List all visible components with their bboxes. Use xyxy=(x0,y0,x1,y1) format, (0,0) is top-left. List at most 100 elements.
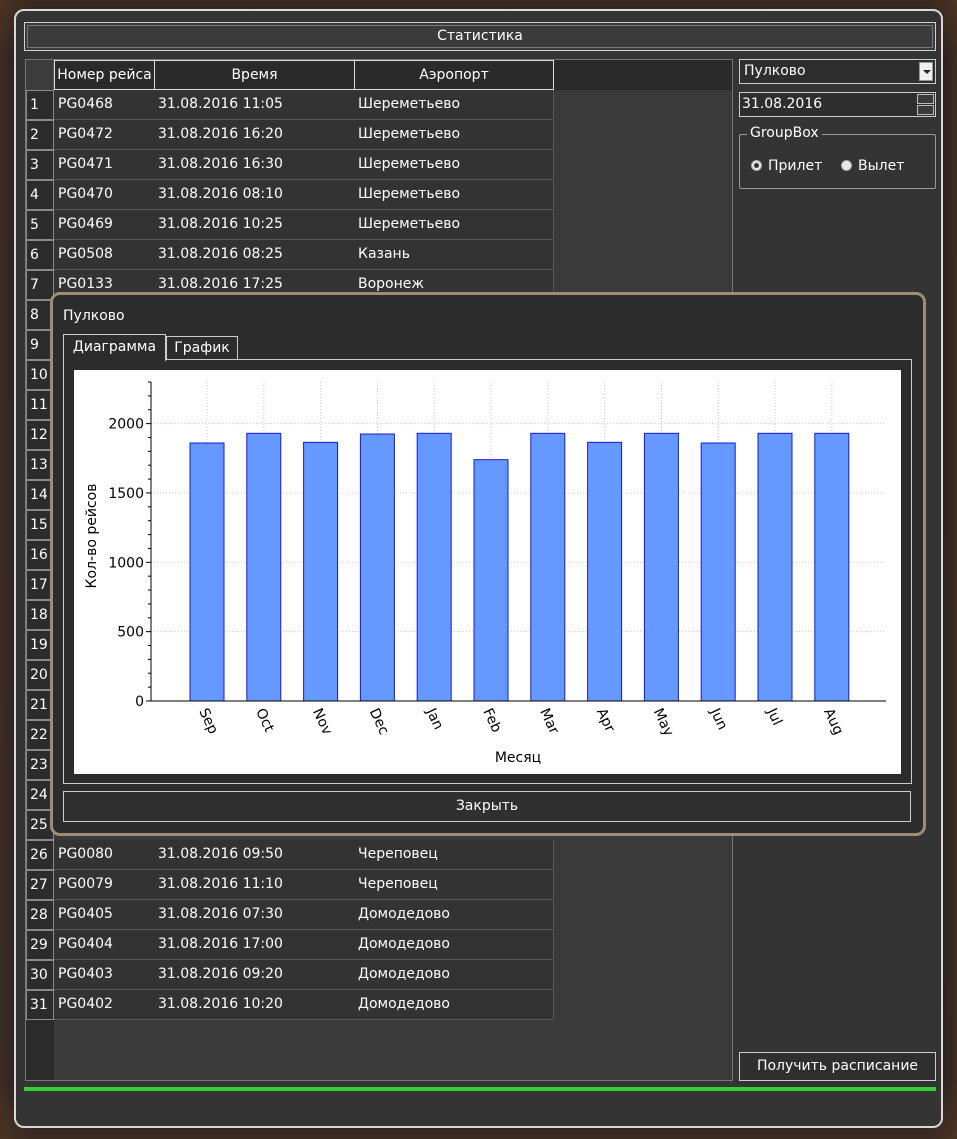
radio-departure-label: Вылет xyxy=(858,158,905,174)
cell-airport[interactable]: Домодедово xyxy=(354,930,554,960)
statistics-button[interactable]: Статистика xyxy=(24,22,936,51)
cell-flight[interactable]: PG0405 xyxy=(54,900,155,930)
bar-apr xyxy=(587,441,623,702)
cell-flight[interactable]: PG0080 xyxy=(54,840,155,870)
row-header[interactable]: 29 xyxy=(26,930,54,960)
cell-airport[interactable]: Шереметьево xyxy=(354,180,554,210)
cell-flight[interactable]: PG0469 xyxy=(54,210,155,240)
cell-airport[interactable]: Шереметьево xyxy=(354,90,554,120)
cell-time[interactable]: 31.08.2016 07:30 xyxy=(154,900,355,930)
cell-airport[interactable]: Шереметьево xyxy=(354,210,554,240)
bar-chart: 0 500 1000 1500 2000 Sep Oct Nov Dec Jan Feb Mar Apr… xyxy=(74,370,901,774)
row-header[interactable]: 5 xyxy=(26,210,54,240)
cell-time[interactable]: 31.08.2016 09:50 xyxy=(154,840,355,870)
cell-flight[interactable]: PG0404 xyxy=(54,930,155,960)
table-corner[interactable] xyxy=(26,60,54,90)
row-header[interactable]: 3 xyxy=(26,150,54,180)
cell-time[interactable]: 31.08.2016 10:20 xyxy=(154,990,355,1020)
date-edit[interactable]: 31.08.2016 xyxy=(739,92,936,117)
dialog-title: Пулково xyxy=(63,308,125,324)
y-tick-label: 1000 xyxy=(108,555,144,571)
x-tick-label: Apr xyxy=(593,706,618,735)
row-header[interactable]: 4 xyxy=(26,180,54,210)
bar-jul xyxy=(757,432,793,702)
radio-checked-icon xyxy=(751,160,762,171)
radio-arrival-label: Прилет xyxy=(768,158,823,174)
row-header[interactable]: 27 xyxy=(26,870,54,900)
cell-time[interactable]: 31.08.2016 16:20 xyxy=(154,120,355,150)
x-tick-label: Nov xyxy=(309,706,335,738)
bar-aug xyxy=(814,432,850,702)
cell-airport[interactable]: Шереметьево xyxy=(354,150,554,180)
cell-airport[interactable]: Казань xyxy=(354,240,554,270)
cell-airport[interactable]: Домодедово xyxy=(354,990,554,1020)
bar-mar xyxy=(530,432,566,702)
tab-diagram[interactable]: Диаграмма xyxy=(63,334,166,361)
y-tick-label: 1500 xyxy=(108,486,144,502)
y-tick-label: 2000 xyxy=(108,417,144,433)
column-header-airport[interactable]: Аэропорт xyxy=(354,60,554,90)
cell-airport[interactable]: Череповец xyxy=(354,870,554,900)
cell-flight[interactable]: PG0508 xyxy=(54,240,155,270)
x-tick-label: Dec xyxy=(366,706,392,737)
cell-flight[interactable]: PG0470 xyxy=(54,180,155,210)
cell-flight[interactable]: PG0468 xyxy=(54,90,155,120)
cell-time[interactable]: 31.08.2016 08:10 xyxy=(154,180,355,210)
column-header-flight[interactable]: Номер рейса xyxy=(54,60,155,90)
chart-svg: 0 500 1000 1500 2000 Sep Oct Nov Dec Jan Feb Mar Apr… xyxy=(84,381,886,766)
radio-departure[interactable]: Вылет xyxy=(841,158,904,174)
progress-bar xyxy=(24,1087,936,1091)
row-header[interactable]: 31 xyxy=(26,990,54,1020)
x-tick-label: May xyxy=(650,706,677,739)
y-tick-label: 0 xyxy=(135,694,144,710)
row-header[interactable]: 30 xyxy=(26,960,54,990)
bar-sep xyxy=(189,442,225,702)
bar-nov xyxy=(303,441,339,702)
cell-airport[interactable]: Шереметьево xyxy=(354,120,554,150)
airport-select[interactable]: Пулково xyxy=(739,59,936,84)
row-header[interactable]: 7 xyxy=(26,270,54,300)
get-schedule-button[interactable]: Получить расписание xyxy=(739,1052,936,1081)
cell-airport[interactable]: Домодедово xyxy=(354,900,554,930)
y-tick-label: 500 xyxy=(117,625,144,641)
cell-flight[interactable]: PG0402 xyxy=(54,990,155,1020)
cell-time[interactable]: 31.08.2016 08:25 xyxy=(154,240,355,270)
row-header[interactable]: 2 xyxy=(26,120,54,150)
row-header[interactable]: 1 xyxy=(26,90,54,120)
x-tick-label: Jul xyxy=(763,705,785,728)
column-header-time[interactable]: Время xyxy=(154,60,355,90)
tab-graph[interactable]: График xyxy=(166,336,238,360)
x-tick-label: Jun xyxy=(706,705,730,732)
row-header[interactable]: 26 xyxy=(26,840,54,870)
cell-airport[interactable]: Домодедово xyxy=(354,960,554,990)
x-tick-label: Sep xyxy=(195,706,221,737)
spin-up-icon[interactable] xyxy=(917,94,934,104)
cell-flight[interactable]: PG0403 xyxy=(54,960,155,990)
cell-time[interactable]: 31.08.2016 11:05 xyxy=(154,90,355,120)
cell-flight[interactable]: PG0079 xyxy=(54,870,155,900)
x-tick-label: Jan xyxy=(422,705,446,732)
cell-flight[interactable]: PG0471 xyxy=(54,150,155,180)
x-tick-label: Oct xyxy=(252,706,277,735)
cell-time[interactable]: 31.08.2016 17:00 xyxy=(154,930,355,960)
chevron-down-icon[interactable] xyxy=(919,62,933,81)
date-value: 31.08.2016 xyxy=(742,96,823,112)
cell-airport[interactable]: Череповец xyxy=(354,840,554,870)
bar-dec xyxy=(359,433,395,702)
close-button[interactable]: Закрыть xyxy=(63,791,911,822)
row-header[interactable]: 28 xyxy=(26,900,54,930)
x-axis-label: Месяц xyxy=(495,750,541,766)
airport-select-value: Пулково xyxy=(744,63,806,79)
cell-flight[interactable]: PG0472 xyxy=(54,120,155,150)
cell-time[interactable]: 31.08.2016 10:25 xyxy=(154,210,355,240)
y-axis-label: Кол-во рейсов xyxy=(84,484,100,589)
bar-feb xyxy=(473,459,509,702)
cell-time[interactable]: 31.08.2016 11:10 xyxy=(154,870,355,900)
radio-arrival[interactable]: Прилет xyxy=(751,158,822,174)
cell-time[interactable]: 31.08.2016 09:20 xyxy=(154,960,355,990)
bar-oct xyxy=(246,432,282,702)
cell-time[interactable]: 31.08.2016 16:30 xyxy=(154,150,355,180)
spin-down-icon[interactable] xyxy=(917,105,934,115)
row-header[interactable]: 6 xyxy=(26,240,54,270)
x-tick-label: Aug xyxy=(820,706,846,738)
